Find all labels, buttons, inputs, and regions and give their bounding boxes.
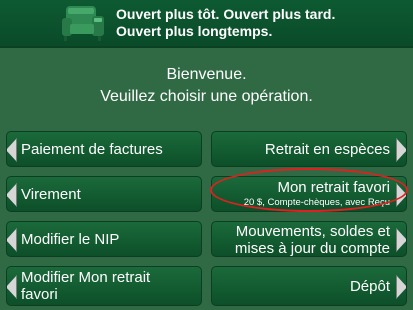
welcome-line-1: Bienvenue. (166, 66, 247, 83)
transfer-button[interactable]: Virement (6, 176, 202, 212)
transactions-line-1: Mouvements, soldes et (235, 223, 390, 240)
welcome-line-2: Veuillez choisir une opération. (100, 88, 313, 105)
transactions-balances-button[interactable]: Mouvements, soldes et mises à jour du co… (211, 221, 407, 257)
triangle-left-icon (7, 228, 17, 252)
triangle-left-icon (7, 275, 17, 299)
transactions-balances-label: Mouvements, soldes et mises à jour du co… (234, 223, 390, 257)
tagline-line-2: Ouvert plus longtemps. (116, 23, 273, 39)
change-pin-button[interactable]: Modifier le NIP (6, 221, 202, 257)
bill-payment-button[interactable]: Paiement de factures (6, 131, 202, 167)
bill-payment-label: Paiement de factures (21, 141, 163, 158)
favourite-withdrawal-button[interactable]: Mon retrait favori 20 $, Compte-chèques,… (211, 176, 407, 212)
modify-favourite-label: Modifier Mon retrait favori (21, 269, 150, 303)
armchair-icon (62, 6, 104, 41)
favourite-withdrawal-label: Mon retrait favori (277, 179, 390, 196)
triangle-left-icon (7, 183, 17, 207)
transfer-label: Virement (21, 186, 81, 203)
triangle-right-icon (396, 183, 406, 207)
transactions-line-2: mises à jour du compte (234, 240, 390, 257)
cash-withdrawal-label: Retrait en espèces (264, 141, 390, 158)
tagline-line-1: Ouvert plus tôt. Ouvert plus tard. (116, 6, 336, 22)
cash-withdrawal-button[interactable]: Retrait en espèces (211, 131, 407, 167)
change-pin-label: Modifier le NIP (21, 231, 120, 248)
triangle-right-icon (396, 228, 406, 252)
modify-favourite-withdrawal-button[interactable]: Modifier Mon retrait favori (6, 266, 202, 306)
favourite-withdrawal-detail: 20 $, Compte-chèques, avec Reçu (243, 197, 390, 208)
banner-tagline: Ouvert plus tôt. Ouvert plus tard. Ouver… (116, 6, 335, 40)
triangle-right-icon (396, 138, 406, 162)
deposit-button[interactable]: Dépôt (211, 266, 407, 306)
triangle-right-icon (396, 275, 406, 299)
welcome-message: Bienvenue. Veuillez choisir une opératio… (0, 64, 413, 108)
modify-favourite-line-2: favori (21, 286, 58, 303)
deposit-label: Dépôt (349, 278, 390, 295)
modify-favourite-line-1: Modifier Mon retrait (21, 269, 151, 286)
triangle-left-icon (7, 138, 17, 162)
header-banner: Ouvert plus tôt. Ouvert plus tard. Ouver… (0, 0, 413, 48)
